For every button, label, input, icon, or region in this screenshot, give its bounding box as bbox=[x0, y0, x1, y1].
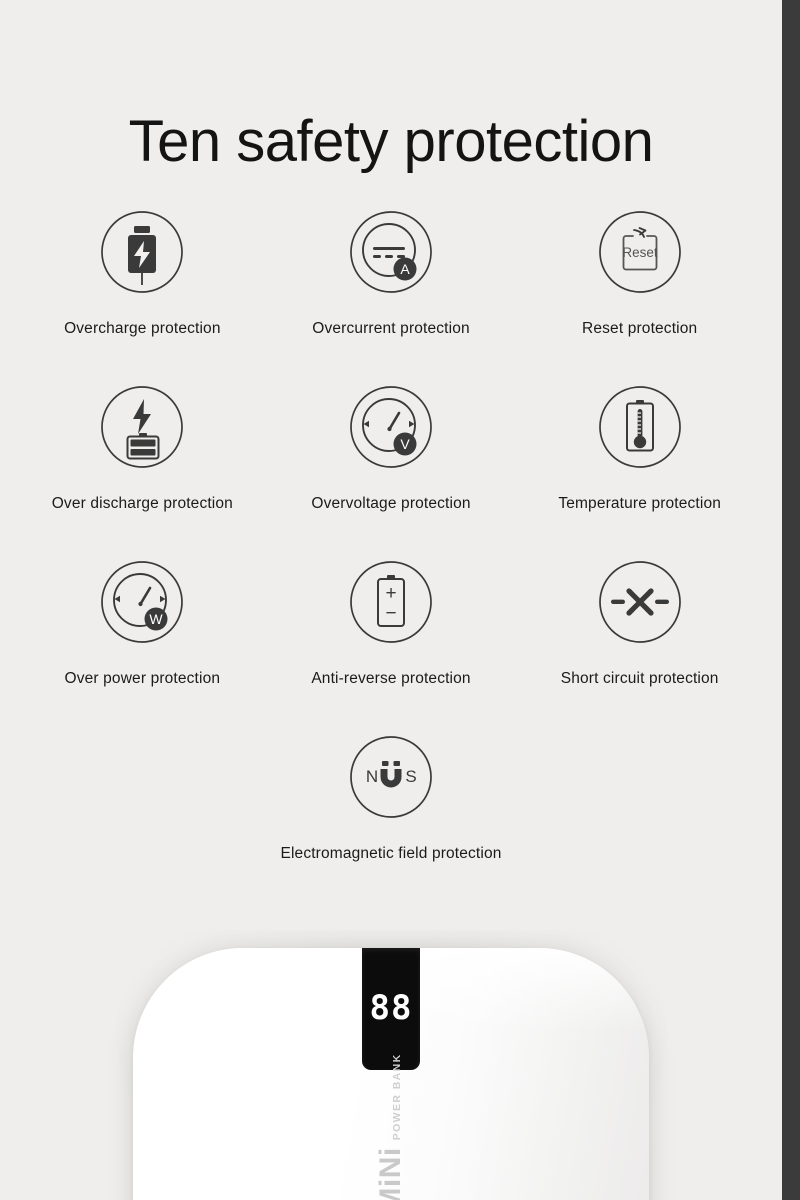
feature-item-overcurrent[interactable]: A Overcurrent protection bbox=[267, 208, 516, 383]
feature-label: Anti-reverse protection bbox=[311, 670, 471, 687]
feature-item-electromagnetic[interactable]: N S Electromagnetic field protection bbox=[261, 733, 521, 893]
feature-row: W Over power protection + − Anti-reverse… bbox=[18, 558, 764, 733]
feature-row: Over discharge protection V Overvoltage … bbox=[18, 383, 764, 558]
feature-label: Over power protection bbox=[64, 670, 221, 687]
power-bank-display: 88 bbox=[362, 948, 420, 1070]
badge-letter: W bbox=[150, 611, 164, 627]
feature-item-over-power[interactable]: W Over power protection bbox=[18, 558, 267, 733]
short-circuit-x-icon bbox=[596, 558, 684, 646]
brand-subtitle: POWER BANK bbox=[390, 1053, 403, 1141]
feature-label: Temperature protection bbox=[558, 495, 722, 512]
reset-inner-text: Reset bbox=[622, 245, 658, 260]
product-branding: MiNi POWER BANK bbox=[331, 1053, 451, 1200]
feature-item-overvoltage[interactable]: V Overvoltage protection bbox=[267, 383, 516, 558]
minus-sign: − bbox=[385, 603, 396, 624]
feature-item-overcharge[interactable]: Overcharge protection bbox=[18, 208, 267, 383]
product-photo: 88 MiNi POWER BANK bbox=[0, 930, 782, 1200]
feature-item-temperature[interactable]: Temperature protection bbox=[515, 383, 764, 558]
badge-letter: A bbox=[400, 261, 410, 277]
display-value: 88 bbox=[369, 988, 413, 1029]
ampere-gauge-icon: A bbox=[347, 208, 435, 296]
pole-north-label: N bbox=[366, 767, 378, 786]
feature-label: Short circuit protection bbox=[560, 670, 719, 687]
reset-square-icon: Reset bbox=[596, 208, 684, 296]
battery-thermometer-icon bbox=[596, 383, 684, 471]
battery-bolt-plug-icon bbox=[98, 208, 186, 296]
feature-item-short-circuit[interactable]: Short circuit protection bbox=[515, 558, 764, 733]
volt-gauge-icon: V bbox=[347, 383, 435, 471]
feature-label: Overcurrent protection bbox=[312, 320, 470, 337]
magnet-ns-icon: N S bbox=[347, 733, 435, 821]
watt-gauge-icon: W bbox=[98, 558, 186, 646]
right-edge-band bbox=[782, 0, 800, 1200]
feature-label: Reset protection bbox=[582, 320, 698, 337]
feature-item-over-discharge[interactable]: Over discharge protection bbox=[18, 383, 267, 558]
feature-label: Over discharge protection bbox=[51, 495, 233, 512]
feature-item-reset[interactable]: Reset Reset protection bbox=[515, 208, 764, 383]
feature-label: Electromagnetic field protection bbox=[280, 845, 502, 862]
safety-protection-page: Ten safety protection Overcharge protect… bbox=[0, 0, 800, 1200]
feature-row: Overcharge protection A Overcurrent prot… bbox=[18, 208, 764, 383]
pole-south-label: S bbox=[405, 767, 416, 786]
feature-item-anti-reverse[interactable]: + − Anti-reverse protection bbox=[267, 558, 516, 733]
page-title: Ten safety protection bbox=[128, 108, 654, 174]
bolt-over-battery-icon bbox=[98, 383, 186, 471]
badge-letter: V bbox=[400, 436, 410, 452]
battery-polarity-icon: + − bbox=[347, 558, 435, 646]
feature-label: Overvoltage protection bbox=[311, 495, 471, 512]
seven-segment-display: 88 bbox=[369, 988, 413, 1029]
feature-label: Overcharge protection bbox=[64, 320, 221, 337]
feature-grid: Overcharge protection A Overcurrent prot… bbox=[18, 208, 764, 893]
feature-row: N S Electromagnetic field protection bbox=[18, 733, 764, 893]
plus-sign: + bbox=[385, 583, 396, 604]
brand-name: MiNi bbox=[374, 1147, 407, 1200]
